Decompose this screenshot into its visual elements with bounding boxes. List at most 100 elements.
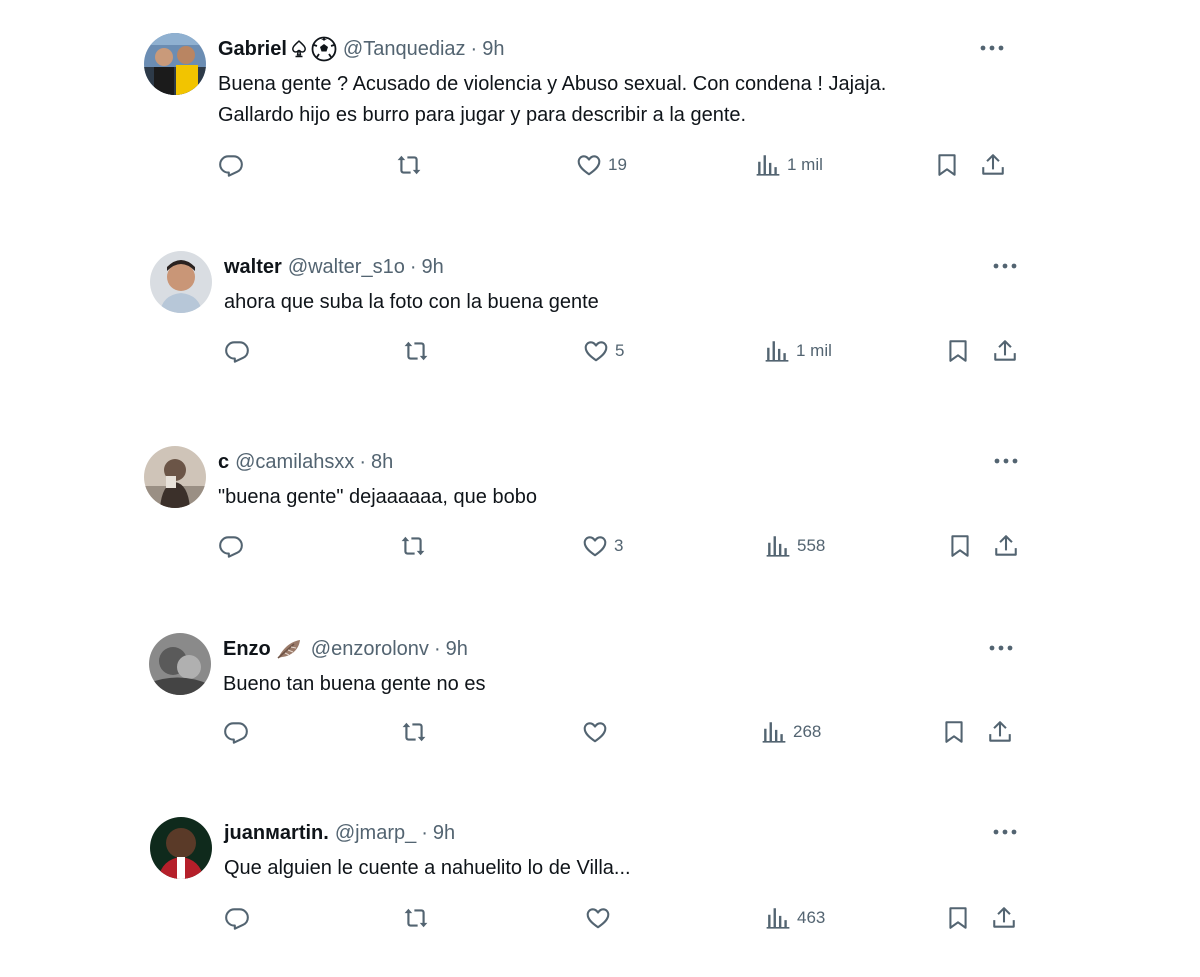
separator-dot: · [359, 451, 367, 473]
retweet-button[interactable] [396, 150, 422, 180]
retweet-button[interactable] [401, 717, 427, 747]
reply-tweet[interactable]: c @camilahsxx · 8h "buena gente" dejaaaa… [144, 446, 1024, 606]
retweet-button[interactable] [403, 903, 429, 933]
tweet-text: ahora que suba la foto con la buena gent… [224, 291, 599, 313]
feather-icon [275, 637, 303, 661]
views-button[interactable]: 463 [765, 903, 825, 933]
timestamp[interactable]: 9h [446, 636, 468, 662]
more-options-icon[interactable] [990, 821, 1020, 843]
retweet-icon [403, 905, 429, 931]
author-handle[interactable]: @jmarp_ [335, 820, 416, 846]
reply-tweet[interactable]: Enzo @enzorolonv · 9h Bueno tan buena ge… [149, 633, 1029, 793]
reply-button[interactable] [224, 903, 250, 933]
views-button[interactable]: 268 [761, 717, 821, 747]
action-bar: 268 [223, 717, 1023, 747]
share-button[interactable] [980, 150, 1006, 180]
bookmark-button[interactable] [945, 903, 971, 933]
timestamp[interactable]: 9h [433, 820, 455, 846]
like-button[interactable]: 19 [576, 150, 627, 180]
view-count: 463 [797, 908, 826, 927]
views-icon [765, 533, 791, 559]
retweet-icon [403, 338, 429, 364]
tweet-text: Buena gente ? Acusado de violencia y Abu… [218, 73, 887, 126]
like-button[interactable] [582, 717, 614, 747]
reply-button[interactable] [224, 336, 250, 366]
share-icon [987, 719, 1013, 745]
views-icon [761, 719, 787, 745]
more-options-icon[interactable] [986, 637, 1016, 659]
retweet-icon [401, 719, 427, 745]
retweet-icon [400, 533, 426, 559]
like-count: 19 [608, 155, 627, 174]
heart-icon [576, 152, 602, 178]
share-button[interactable] [992, 336, 1018, 366]
avatar[interactable] [150, 817, 212, 879]
reply-tweet[interactable]: Gabriel @Tanquediaz · 9h Buena gente ? A… [144, 33, 1024, 193]
more-options-icon[interactable] [991, 450, 1021, 472]
bookmark-icon [945, 338, 971, 364]
share-button[interactable] [987, 717, 1013, 747]
share-button[interactable] [991, 903, 1017, 933]
like-button[interactable]: 5 [583, 336, 624, 366]
view-count: 1 mil [787, 155, 823, 174]
bookmark-button[interactable] [941, 717, 967, 747]
more-options-icon[interactable] [990, 255, 1020, 277]
tweet-text: Que alguien le cuente a nahuelito lo de … [224, 857, 631, 879]
avatar[interactable] [150, 251, 212, 313]
author-name[interactable]: juanмartin. [224, 820, 329, 846]
share-icon [993, 533, 1019, 559]
heart-icon [585, 905, 611, 931]
bookmark-icon [945, 905, 971, 931]
author-name[interactable]: c [218, 449, 229, 475]
action-bar: 3 558 [218, 531, 1018, 561]
reply-tweet[interactable]: walter @walter_s1o · 9h ahora que suba l… [150, 251, 1030, 411]
separator-dot: · [470, 38, 478, 60]
avatar[interactable] [144, 446, 206, 508]
reply-button[interactable] [223, 717, 249, 747]
author-handle[interactable]: @Tanquediaz [343, 36, 466, 62]
more-options-icon[interactable] [977, 37, 1007, 59]
retweet-button[interactable] [403, 336, 429, 366]
timestamp[interactable]: 9h [482, 36, 504, 62]
share-icon [992, 338, 1018, 364]
heart-icon [582, 719, 608, 745]
reply-icon [224, 338, 250, 364]
views-icon [755, 152, 781, 178]
timestamp[interactable]: 8h [371, 449, 393, 475]
reply-icon [218, 533, 244, 559]
timestamp[interactable]: 9h [422, 254, 444, 280]
bookmark-icon [947, 533, 973, 559]
author-handle[interactable]: @walter_s1o [288, 254, 405, 280]
reply-icon [223, 719, 249, 745]
reply-icon [224, 905, 250, 931]
views-button[interactable]: 1 mil [764, 336, 832, 366]
author-name[interactable]: walter [224, 254, 282, 280]
bookmark-icon [934, 152, 960, 178]
view-count: 1 mil [796, 341, 832, 360]
retweet-icon [396, 152, 422, 178]
avatar[interactable] [149, 633, 211, 695]
reply-icon [218, 152, 244, 178]
author-name[interactable]: Gabriel [218, 36, 287, 62]
reply-button[interactable] [218, 150, 244, 180]
view-count: 268 [793, 722, 822, 741]
author-name[interactable]: Enzo [223, 636, 271, 662]
retweet-button[interactable] [400, 531, 426, 561]
avatar[interactable] [144, 33, 206, 95]
separator-dot: · [433, 638, 441, 660]
action-bar: 463 [224, 903, 1024, 933]
author-handle[interactable]: @enzorolonv [311, 636, 429, 662]
bookmark-button[interactable] [934, 150, 960, 180]
author-handle[interactable]: @camilahsxx [235, 449, 354, 475]
views-button[interactable]: 558 [765, 531, 825, 561]
views-button[interactable]: 1 mil [755, 150, 823, 180]
share-icon [980, 152, 1006, 178]
like-button[interactable]: 3 [582, 531, 623, 561]
bookmark-button[interactable] [945, 336, 971, 366]
reply-button[interactable] [218, 531, 244, 561]
bookmark-button[interactable] [947, 531, 973, 561]
reply-tweet[interactable]: juanмartin. @jmarp_ · 9h Que alguien le … [150, 817, 1030, 977]
heart-icon [583, 338, 609, 364]
share-button[interactable] [993, 531, 1019, 561]
like-button[interactable] [585, 903, 617, 933]
